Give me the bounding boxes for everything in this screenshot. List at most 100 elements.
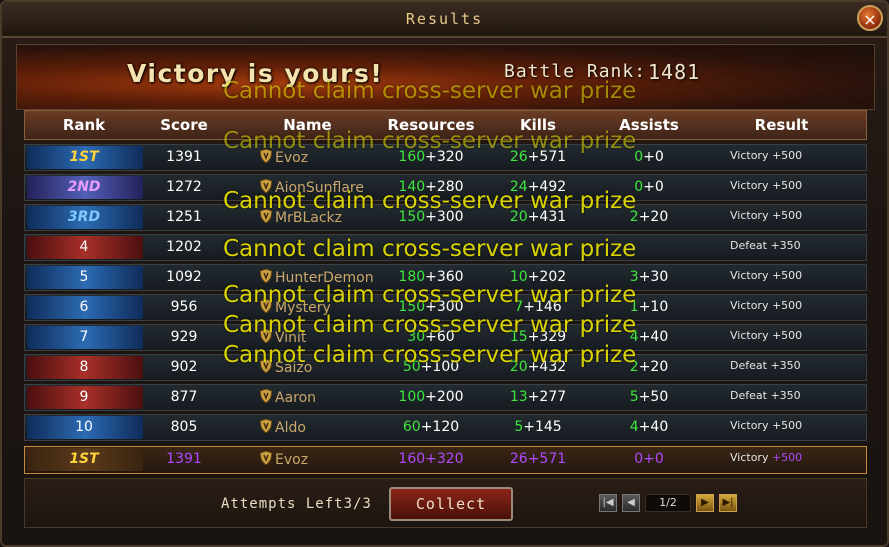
assists-value-bonus: +20 <box>638 209 669 225</box>
kills-value-base: 5 <box>514 419 524 435</box>
assists-value: 4+40 <box>593 329 705 345</box>
header-resources: Resources <box>387 116 475 134</box>
result-value: Victory +500 <box>730 179 802 192</box>
result-word: Victory <box>730 149 769 162</box>
resources-value: 160+320 <box>377 451 485 467</box>
kills-value: 20+431 <box>483 209 593 225</box>
result-points: +350 <box>770 389 801 402</box>
score-value: 902 <box>170 359 198 375</box>
page-indicator: 1/2 <box>645 494 691 512</box>
result-word: Victory <box>730 451 769 464</box>
resources-value-bonus: +120 <box>420 419 460 435</box>
header-score: Score <box>160 116 208 134</box>
table-header: Rank Score Name Resources Kills Assists … <box>24 110 867 140</box>
resources-value-bonus: +300 <box>425 299 464 315</box>
player-name-text: Aaron <box>275 390 317 406</box>
rank-value: 1ST <box>69 149 99 165</box>
footer-bar: Attempts Left3/3 Collect |◀ ◀ 1/2 ▶ ▶| <box>24 478 867 528</box>
rank-value: 6 <box>79 299 89 315</box>
result-points: +500 <box>771 451 803 464</box>
first-page-icon[interactable]: |◀ <box>599 494 617 512</box>
table-row[interactable]: 5 1092 HunterDemon 180+360 10+202 3+30 Victory… <box>24 264 867 291</box>
resources-value-base: 30 <box>407 329 426 345</box>
resources-value-bonus: +360 <box>425 269 464 285</box>
assists-value-bonus: +10 <box>638 299 669 315</box>
table-row[interactable]: 1ST 1391 Evoz 160+320 26+571 0+0 Victory +500 <box>24 144 867 171</box>
shield-icon <box>260 269 275 286</box>
result-word: Victory <box>730 419 769 432</box>
kills-value: 7+146 <box>483 299 593 315</box>
assists-value: 1+10 <box>593 299 705 315</box>
header-rank: Rank <box>62 116 106 134</box>
table-row[interactable]: 8 902 Saizo 50+100 20+432 2+20 Defeat +350 <box>24 354 867 381</box>
kills-value-bonus: +146 <box>523 299 562 315</box>
player-name-text: MrBLackz <box>275 210 342 226</box>
attempts-label: Attempts Left <box>221 496 344 512</box>
shield-icon <box>260 179 275 196</box>
result-value: Defeat +350 <box>730 359 801 372</box>
result-value: Victory +500 <box>730 419 802 432</box>
rank-value: 10 <box>75 419 93 435</box>
result-word: Victory <box>730 179 769 192</box>
assists-value-bonus: +50 <box>638 389 669 405</box>
table-row[interactable]: 2ND 1272 AionSunflare 140+280 24+492 0+0 Victo… <box>24 174 867 201</box>
kills-value-bonus: +329 <box>527 329 567 345</box>
result-points: +500 <box>771 179 803 192</box>
next-page-icon[interactable]: ▶ <box>696 494 714 512</box>
resources-value-base: 160 <box>398 149 426 165</box>
player-name: Evoz <box>260 451 308 468</box>
kills-value: 5+145 <box>483 419 593 435</box>
table-row[interactable]: 6 956 Mystery 150+300 7+146 1+10 Victory +500 <box>24 294 867 321</box>
kills-value-base: 7 <box>514 299 524 315</box>
result-points: +500 <box>771 419 803 432</box>
resources-value-bonus: +60 <box>425 329 455 345</box>
result-word: Victory <box>730 299 769 312</box>
rank-value: 9 <box>79 389 89 405</box>
assists-value-bonus: +0 <box>643 149 664 165</box>
rank-value: 8 <box>79 359 89 375</box>
last-page-icon[interactable]: ▶| <box>719 494 737 512</box>
close-icon[interactable]: × <box>857 5 883 31</box>
table-row[interactable]: 10 805 Aldo 60+120 5+145 4+40 Victory +500 <box>24 414 867 441</box>
resources-value: 150+300 <box>377 209 485 225</box>
result-value: Victory +500 <box>730 451 802 464</box>
assists-value: 3+30 <box>593 269 705 285</box>
result-points: +500 <box>771 329 803 342</box>
score-value: 1092 <box>166 269 202 285</box>
assists-value: 4+40 <box>593 419 705 435</box>
kills-value-base: 15 <box>509 329 528 345</box>
kills-value-base: 26 <box>509 451 528 467</box>
table-row[interactable]: 3RD 1251 MrBLackz 150+300 20+431 2+20 Victory … <box>24 204 867 231</box>
kills-value-bonus: +431 <box>527 209 567 225</box>
kills-value-bonus: +432 <box>527 359 567 375</box>
assists-value: 2+20 <box>593 209 705 225</box>
resources-value-bonus: +320 <box>425 451 464 467</box>
result-points: +350 <box>770 359 801 372</box>
kills-value-bonus: +492 <box>527 179 567 195</box>
self-row[interactable]: 1ST 1391 Evoz 160+320 26+571 0+0 Victory +500 <box>24 446 867 474</box>
resources-value: 180+360 <box>377 269 485 285</box>
results-window: Results × Victory is yours! Battle Rank:… <box>0 0 889 547</box>
table-row[interactable]: 4 1202 Defeat +350 <box>24 234 867 261</box>
victory-banner: Victory is yours! Battle Rank: 1481 <box>16 44 875 110</box>
table-row[interactable]: 9 877 Aaron 100+200 13+277 5+50 Defeat +350 <box>24 384 867 411</box>
prev-page-icon[interactable]: ◀ <box>622 494 640 512</box>
table-row[interactable]: 7 929 Vinit 30+60 15+329 4+40 Victory +500 <box>24 324 867 351</box>
shield-icon <box>260 451 275 468</box>
kills-value-base: 26 <box>509 149 528 165</box>
shield-icon <box>260 329 275 346</box>
assists-value-base: 1 <box>629 299 639 315</box>
assists-value-base: 2 <box>629 209 639 225</box>
resources-value-base: 140 <box>398 179 426 195</box>
player-name: Saizo <box>260 359 312 376</box>
shield-icon <box>260 359 275 376</box>
score-value: 1272 <box>166 179 202 195</box>
assists-value-base: 0 <box>634 451 644 467</box>
resources-value: 160+320 <box>377 149 485 165</box>
resources-value-base: 160 <box>398 451 426 467</box>
result-value: Defeat +350 <box>730 389 801 402</box>
collect-button[interactable]: Collect <box>389 487 513 521</box>
kills-value-base: 20 <box>509 209 528 225</box>
kills-value-bonus: +571 <box>527 451 567 467</box>
rank-value: 3RD <box>67 209 101 225</box>
